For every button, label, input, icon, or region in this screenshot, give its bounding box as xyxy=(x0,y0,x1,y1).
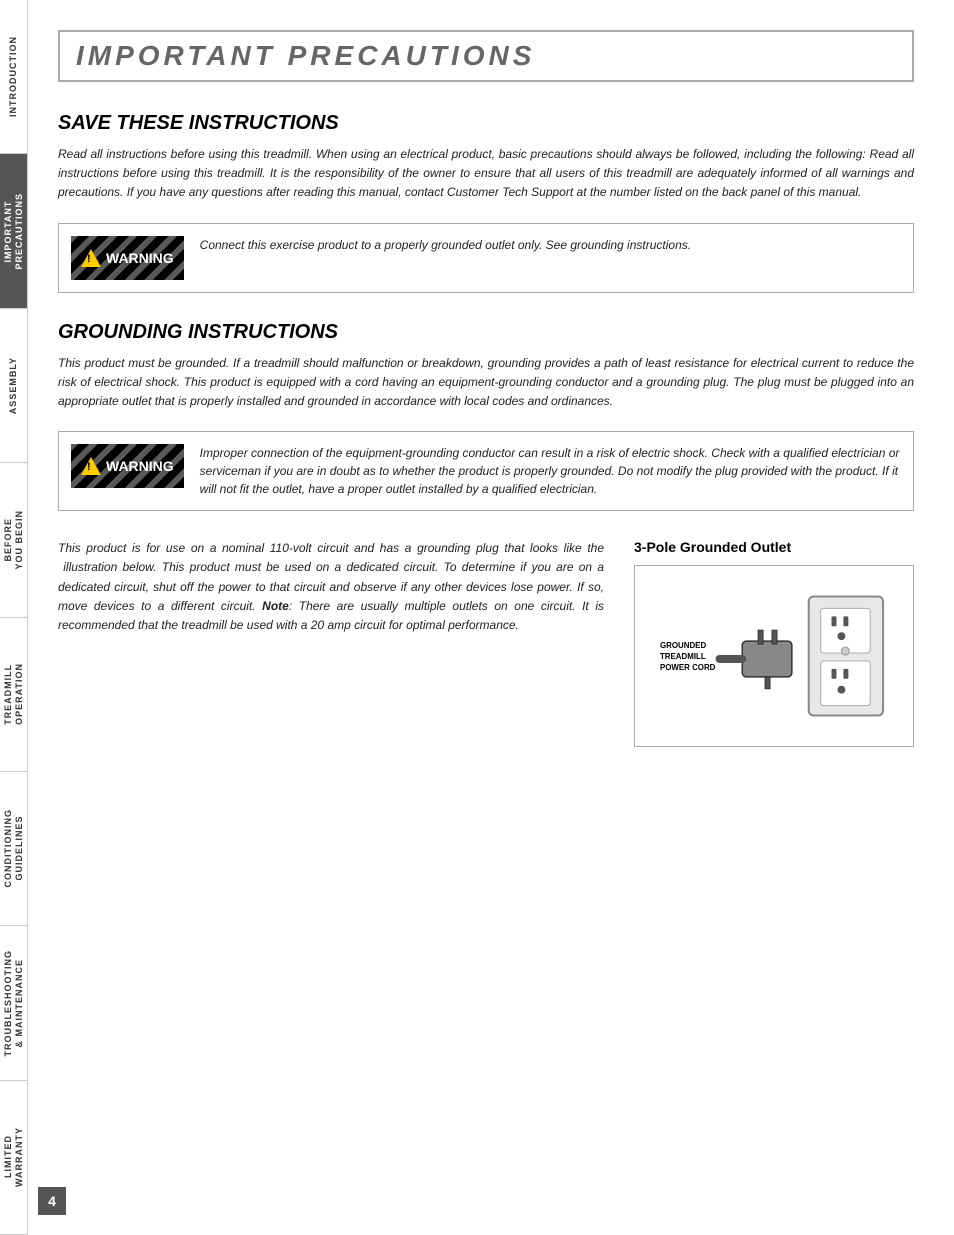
page-title: IMPORTANT PRECAUTIONS xyxy=(58,30,914,82)
lower-right: 3-Pole Grounded Outlet GROUNDED TREADMIL… xyxy=(634,539,914,747)
warning-triangle-icon-1 xyxy=(81,249,101,267)
svg-text:POWER CORD: POWER CORD xyxy=(660,663,716,672)
svg-text:GROUNDED: GROUNDED xyxy=(660,641,706,650)
main-content: IMPORTANT PRECAUTIONS SAVE THESE INSTRUC… xyxy=(28,0,954,1235)
outlet-svg: GROUNDED TREADMILL POWER CORD xyxy=(655,586,893,726)
warning-text-1: Connect this exercise product to a prope… xyxy=(200,236,901,254)
sidebar-item-treadmill-operation[interactable]: TREADMILL OPERATION xyxy=(0,618,27,772)
svg-text:TREADMILL: TREADMILL xyxy=(660,652,706,661)
sidebar-item-important-precautions[interactable]: IMPORTANT PRECAUTIONS xyxy=(0,154,27,308)
sidebar-item-limited-warranty[interactable]: LIMITED WARRANTY xyxy=(0,1081,27,1235)
grounding-instructions-heading: GROUNDING INSTRUCTIONS xyxy=(58,321,914,344)
lower-body-text: This product is for use on a nominal 110… xyxy=(58,539,604,635)
grounding-instructions-body: This product must be grounded. If a trea… xyxy=(58,354,914,412)
grounding-instructions-section: GROUNDING INSTRUCTIONS This product must… xyxy=(58,321,914,412)
sidebar-item-conditioning-guidelines[interactable]: CONDITIONING GUIDELINES xyxy=(0,772,27,926)
sidebar-item-assembly[interactable]: ASSEMBLY xyxy=(0,309,27,463)
outlet-diagram-title: 3-Pole Grounded Outlet xyxy=(634,539,914,555)
warning-box-1: WARNING Connect this exercise product to… xyxy=(58,223,914,293)
outlet-diagram: GROUNDED TREADMILL POWER CORD xyxy=(634,565,914,747)
sidebar-item-before-you-begin[interactable]: BEFORE YOU BEGIN xyxy=(0,463,27,617)
page-number: 4 xyxy=(38,1187,66,1215)
warning-label-1: WARNING xyxy=(106,250,174,266)
lower-section: This product is for use on a nominal 110… xyxy=(58,539,914,747)
sidebar: INTRODUCTION IMPORTANT PRECAUTIONS ASSEM… xyxy=(0,0,28,1235)
warning-label-2: WARNING xyxy=(106,458,174,474)
warning-badge-inner-1: WARNING xyxy=(81,249,174,267)
save-instructions-section: SAVE THESE INSTRUCTIONS Read all instruc… xyxy=(58,112,914,203)
warning-triangle-icon-2 xyxy=(81,457,101,475)
warning-text-2: Improper connection of the equipment-gro… xyxy=(200,444,901,498)
save-instructions-heading: SAVE THESE INSTRUCTIONS xyxy=(58,112,914,135)
warning-badge-2: WARNING xyxy=(71,444,184,488)
sidebar-item-troubleshooting[interactable]: TROUBLESHOOTING & MAINTENANCE xyxy=(0,926,27,1080)
warning-badge-inner-2: WARNING xyxy=(81,457,174,475)
warning-box-2: WARNING Improper connection of the equip… xyxy=(58,431,914,511)
lower-left: This product is for use on a nominal 110… xyxy=(58,539,604,747)
warning-badge-1: WARNING xyxy=(71,236,184,280)
save-instructions-body: Read all instructions before using this … xyxy=(58,145,914,203)
sidebar-item-introduction[interactable]: INTRODUCTION xyxy=(0,0,27,154)
